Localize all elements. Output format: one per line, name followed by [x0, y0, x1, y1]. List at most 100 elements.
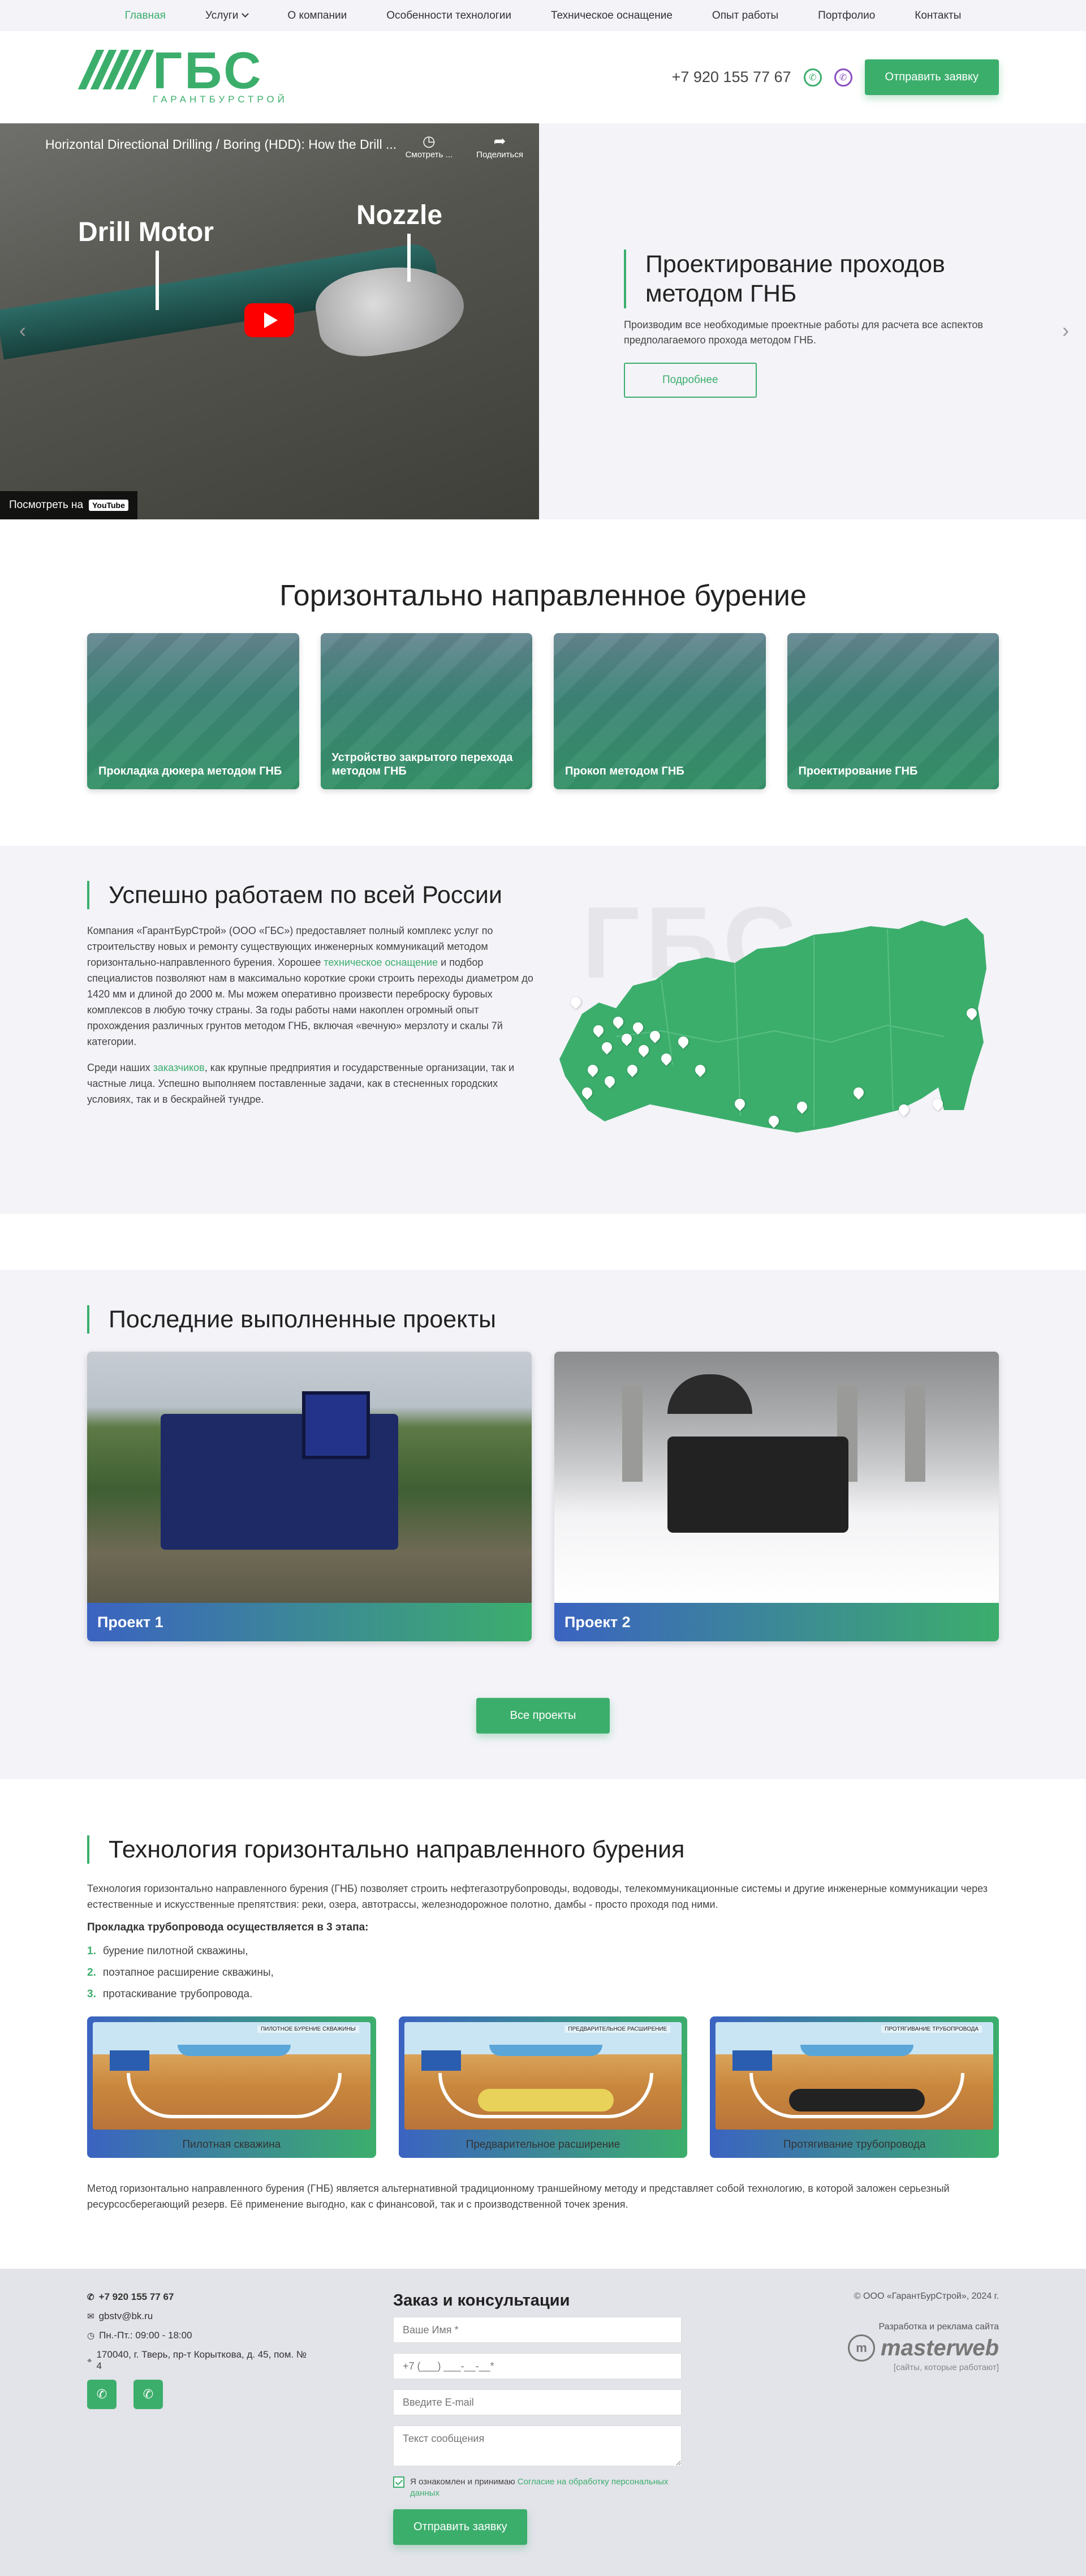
stage-diagram[interactable]: ПРОТЯГИВАНИЕ ТРУБОПРОВОДА Протягивание т…	[710, 2016, 999, 2158]
stage-diagram[interactable]: ПИЛОТНОЕ БУРЕНИЕ СКВАЖИНЫ Пилотная скваж…	[87, 2016, 376, 2158]
video-label-motor: Drill Motor	[78, 217, 214, 247]
footer-phone[interactable]: ✆ +7 920 155 77 67	[87, 2291, 313, 2303]
service-card[interactable]: Прокоп методом ГНБ	[554, 633, 766, 789]
header-contacts: +7 920 155 77 67 ✆ ✆ Отправить заявку	[672, 59, 999, 95]
nav-item-about[interactable]: О компании	[268, 10, 367, 22]
phone-field[interactable]	[393, 2353, 682, 2379]
video-label-nozzle: Nozzle	[356, 200, 443, 230]
pipeline-graphic	[789, 2089, 925, 2111]
whatsapp-icon[interactable]: ✆	[87, 2380, 117, 2409]
video-top-controls: ◷ Смотреть ... ➦ Поделиться	[406, 132, 523, 160]
river-graphic	[489, 2045, 602, 2056]
order-form: Заказ и консультации Я ознакомлен и прин…	[393, 2291, 682, 2545]
umbrella-graphic	[667, 1374, 752, 1414]
share-button[interactable]: ➦ Поделиться	[476, 132, 523, 160]
geography-text-part: Среди наших	[87, 1062, 153, 1073]
technology-section: Технология горизонтально направленного б…	[87, 1779, 999, 2269]
play-button[interactable]	[244, 303, 294, 337]
diagram-caption: Предварительное расширение	[466, 2139, 620, 2151]
geography-text-part: и подбор специалистов позволяют нам в ма…	[87, 957, 533, 1047]
stage-diagram[interactable]: ПРЕДВАРИТЕЛЬНОЕ РАСШИРЕНИЕ Предварительн…	[398, 2016, 688, 2158]
header-request-button[interactable]: Отправить заявку	[864, 59, 999, 95]
footer-hours-text: Пн.-Пт.: 09:00 - 18:00	[99, 2330, 192, 2341]
logo-title: ГБС	[153, 41, 264, 100]
hero-title: Проектирование проходов методом ГНБ	[624, 250, 1014, 308]
diagram-tag: ПРЕДВАРИТЕЛЬНОЕ РАСШИРЕНИЕ	[564, 2025, 671, 2033]
all-projects-button[interactable]: Все проекты	[476, 1698, 610, 1734]
services-title: Горизонтально направленное бурение	[279, 579, 807, 612]
nav-item-contacts[interactable]: Контакты	[895, 10, 981, 22]
email-field[interactable]	[393, 2389, 682, 2415]
video-title[interactable]: Horizontal Directional Drilling / Boring…	[45, 137, 397, 152]
project-photo	[87, 1352, 532, 1603]
viber-icon[interactable]: ✆	[133, 2380, 163, 2409]
message-field[interactable]	[393, 2426, 682, 2466]
russia-map: ГБС	[548, 892, 995, 1161]
rig-cabin-graphic	[302, 1391, 370, 1459]
hero-more-button[interactable]: Подробнее	[624, 363, 757, 398]
youtube-video[interactable]: Drill Motor Nozzle Horizontal Directiona…	[0, 123, 539, 519]
services-cards: Прокладка дюкера методом ГНБ Устройство …	[87, 633, 999, 789]
logo[interactable]: ГБС ГАРАНТБУРСТРОЙ	[77, 41, 288, 105]
services-section: Горизонтально направленное бурение Прокл…	[87, 519, 999, 846]
nav-item-experience[interactable]: Опыт работы	[692, 10, 798, 22]
service-card[interactable]: Прокладка дюкера методом ГНБ	[87, 633, 299, 789]
watch-on-youtube-button[interactable]: Посмотреть на YouTube	[0, 491, 137, 519]
viber-icon[interactable]: ✆	[834, 68, 852, 87]
header-phone[interactable]: +7 920 155 77 67	[672, 68, 791, 86]
slider-next-arrow-icon[interactable]: ›	[1062, 319, 1069, 342]
nav-item-services-label: Услуги	[205, 9, 239, 21]
rig-graphic	[732, 2050, 773, 2071]
drilling-rig-graphic	[667, 1437, 848, 1533]
chevron-down-icon	[242, 10, 249, 18]
projects-section: Последние выполненные проекты Проект 1 П…	[0, 1270, 1086, 1779]
form-submit-button[interactable]: Отправить заявку	[393, 2509, 528, 2545]
service-card-label: Прокладка дюкера методом ГНБ	[98, 765, 282, 777]
watch-later-button[interactable]: ◷ Смотреть ...	[406, 132, 453, 160]
watch-later-label: Смотреть ...	[405, 150, 453, 160]
watch-on-label: Посмотреть на	[9, 499, 84, 511]
arrow-down-icon	[407, 234, 411, 282]
name-field[interactable]	[393, 2317, 682, 2343]
consent-text: Я ознакомлен и принимаю Согласие на обра…	[410, 2476, 682, 2499]
project-card[interactable]: Проект 2	[554, 1352, 999, 1641]
borehole-graphic	[127, 2073, 342, 2118]
equipment-link[interactable]: техническое оснащение	[324, 957, 438, 968]
geography-section: Успешно работаем по всей России Компания…	[0, 846, 1086, 1214]
stage-diagram-image: ПРОТЯГИВАНИЕ ТРУБОПРОВОДА	[716, 2022, 994, 2130]
mail-icon: ✉	[87, 2312, 94, 2321]
hero-slider: Drill Motor Nozzle Horizontal Directiona…	[0, 123, 1086, 519]
slider-prev-arrow-icon[interactable]: ‹	[19, 319, 26, 342]
developer-label: Разработка и реклама сайта	[878, 2322, 999, 2332]
geography-paragraph-1: Компания «ГарантБурСтрой» (ООО «ГБС») пр…	[87, 923, 534, 1050]
consent-label: Я ознакомлен и принимаю	[410, 2477, 518, 2487]
nav-item-technology[interactable]: Особенности технологии	[367, 10, 531, 22]
list-item: 1. бурение пилотной скважины,	[87, 1945, 999, 1958]
nav-item-home[interactable]: Главная	[105, 10, 186, 22]
developer-tagline: [сайты, которые работают]	[893, 2363, 999, 2372]
footer-email[interactable]: ✉ gbstv@bk.ru	[87, 2311, 313, 2322]
bridge-pillar-graphic	[905, 1386, 925, 1482]
footer-hours: ◷ Пн.-Пт.: 09:00 - 18:00	[87, 2330, 313, 2341]
stage-diagrams: ПИЛОТНОЕ БУРЕНИЕ СКВАЖИНЫ Пилотная скваж…	[87, 2016, 999, 2158]
river-graphic	[800, 2045, 914, 2056]
nav-item-services[interactable]: Услуги	[186, 10, 268, 22]
service-card-label: Проектирование ГНБ	[798, 765, 918, 777]
developer-logo[interactable]: m masterweb	[761, 2334, 999, 2362]
geography-text: Успешно работаем по всей России Компания…	[87, 881, 534, 1161]
customers-link[interactable]: заказчиков	[153, 1062, 205, 1073]
service-card[interactable]: Проектирование ГНБ	[787, 633, 999, 789]
nav-item-equipment[interactable]: Техническое оснащение	[531, 10, 692, 22]
nav-item-portfolio[interactable]: Портфолио	[798, 10, 895, 22]
project-card[interactable]: Проект 1	[87, 1352, 532, 1641]
whatsapp-icon[interactable]: ✆	[803, 68, 822, 87]
project-photo	[554, 1352, 999, 1603]
footer-address-text: 170040, г. Тверь, пр-т Корыткова, д. 45,…	[96, 2349, 307, 2371]
footer-phone-text: +7 920 155 77 67	[98, 2291, 174, 2302]
logo-text: ГБС ГАРАНТБУРСТРОЙ	[153, 41, 288, 105]
consent-checkbox[interactable]	[393, 2476, 404, 2488]
geography-title: Успешно работаем по всей России	[87, 881, 534, 909]
project-label: Проект 1	[87, 1603, 532, 1641]
service-card[interactable]: Устройство закрытого перехода методом ГН…	[320, 633, 532, 789]
hero-content: Проектирование проходов методом ГНБ Прои…	[539, 123, 1014, 519]
